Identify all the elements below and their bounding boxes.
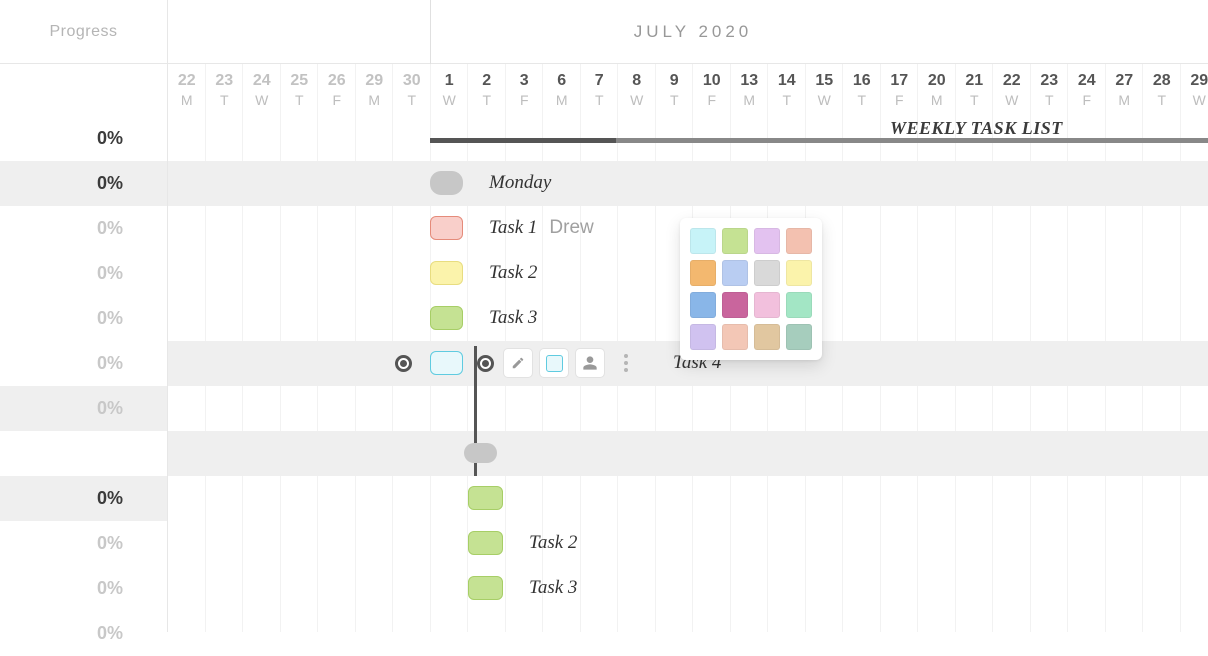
more-icon bbox=[624, 354, 628, 372]
color-swatch[interactable] bbox=[786, 292, 812, 318]
task-pill[interactable] bbox=[468, 531, 503, 555]
task-pill[interactable] bbox=[468, 576, 503, 600]
color-button[interactable] bbox=[539, 348, 569, 378]
progress-header: Progress bbox=[0, 0, 167, 64]
timeline-body: WEEKLY TASK LIST Monday Task 1Drew Task … bbox=[168, 116, 1208, 611]
edit-button[interactable] bbox=[503, 348, 533, 378]
task-pill[interactable] bbox=[430, 171, 463, 195]
task-pill-selected[interactable] bbox=[430, 351, 463, 375]
gantt-row-group2[interactable] bbox=[168, 431, 1208, 476]
color-swatch[interactable] bbox=[754, 292, 780, 318]
gantt-row-b1-task2[interactable]: Task 2 bbox=[168, 521, 1208, 566]
progress-value: 0% bbox=[0, 386, 167, 431]
gantt-row-b0[interactable] bbox=[168, 476, 1208, 521]
progress-value: 0% bbox=[0, 116, 167, 161]
color-swatch[interactable] bbox=[786, 324, 812, 350]
task-label: Task 3 bbox=[489, 307, 537, 329]
gantt-spacer-row bbox=[168, 386, 1208, 431]
progress-column: Progress 0%0%0%0%0%0%0%0%0%0%0% bbox=[0, 0, 168, 632]
gantt-row-monday[interactable]: Monday bbox=[168, 161, 1208, 206]
color-swatch[interactable] bbox=[754, 260, 780, 286]
color-swatch[interactable] bbox=[754, 324, 780, 350]
user-icon bbox=[582, 355, 598, 371]
task-label: Task 2 bbox=[489, 262, 537, 284]
color-swatch[interactable] bbox=[690, 324, 716, 350]
color-swatch[interactable] bbox=[722, 228, 748, 254]
color-swatch[interactable] bbox=[722, 260, 748, 286]
task-pill[interactable] bbox=[430, 216, 463, 240]
color-swatch[interactable] bbox=[786, 228, 812, 254]
task-label: Monday bbox=[489, 172, 551, 194]
gantt-title-row[interactable]: WEEKLY TASK LIST bbox=[168, 116, 1208, 161]
task-label: Task 2 bbox=[529, 532, 577, 554]
progress-value: 0% bbox=[0, 611, 167, 656]
progress-value: 0% bbox=[0, 341, 167, 386]
gantt-title-bar[interactable]: WEEKLY TASK LIST bbox=[430, 138, 1208, 143]
color-picker-popover[interactable] bbox=[680, 218, 822, 360]
task-label: Task 3 bbox=[529, 577, 577, 599]
timeline[interactable]: JULY 2020 22M23T24W25T26F29M30T1W2T3F6M7… bbox=[168, 0, 1208, 632]
task-pill[interactable] bbox=[430, 261, 463, 285]
pencil-icon bbox=[511, 356, 525, 370]
progress-value: 0% bbox=[0, 521, 167, 566]
task-toolbar bbox=[503, 348, 641, 378]
color-swatch[interactable] bbox=[690, 228, 716, 254]
color-swatch[interactable] bbox=[754, 228, 780, 254]
progress-value: 0% bbox=[0, 476, 167, 521]
gantt-title-label: WEEKLY TASK LIST bbox=[890, 118, 1063, 139]
drag-handle-left[interactable] bbox=[395, 355, 412, 372]
group-marker[interactable] bbox=[464, 443, 497, 463]
color-swatch[interactable] bbox=[786, 260, 812, 286]
drag-handle-right[interactable] bbox=[477, 355, 494, 372]
gantt-row-b2-task3[interactable]: Task 3 bbox=[168, 566, 1208, 611]
color-swatch[interactable] bbox=[690, 260, 716, 286]
task-pill[interactable] bbox=[468, 486, 503, 510]
task-pill[interactable] bbox=[430, 306, 463, 330]
progress-value: 0% bbox=[0, 206, 167, 251]
color-swatch[interactable] bbox=[690, 292, 716, 318]
task-label: Task 1Drew bbox=[489, 217, 594, 239]
progress-value: 0% bbox=[0, 161, 167, 206]
color-swatch[interactable] bbox=[722, 324, 748, 350]
more-button[interactable] bbox=[611, 348, 641, 378]
month-header: JULY 2020 bbox=[168, 0, 1208, 64]
assignee-label: Drew bbox=[549, 217, 593, 238]
progress-value: 0% bbox=[0, 566, 167, 611]
color-swatch-icon bbox=[546, 355, 563, 372]
assign-button[interactable] bbox=[575, 348, 605, 378]
progress-value: 0% bbox=[0, 296, 167, 341]
color-swatch[interactable] bbox=[722, 292, 748, 318]
progress-value: 0% bbox=[0, 251, 167, 296]
